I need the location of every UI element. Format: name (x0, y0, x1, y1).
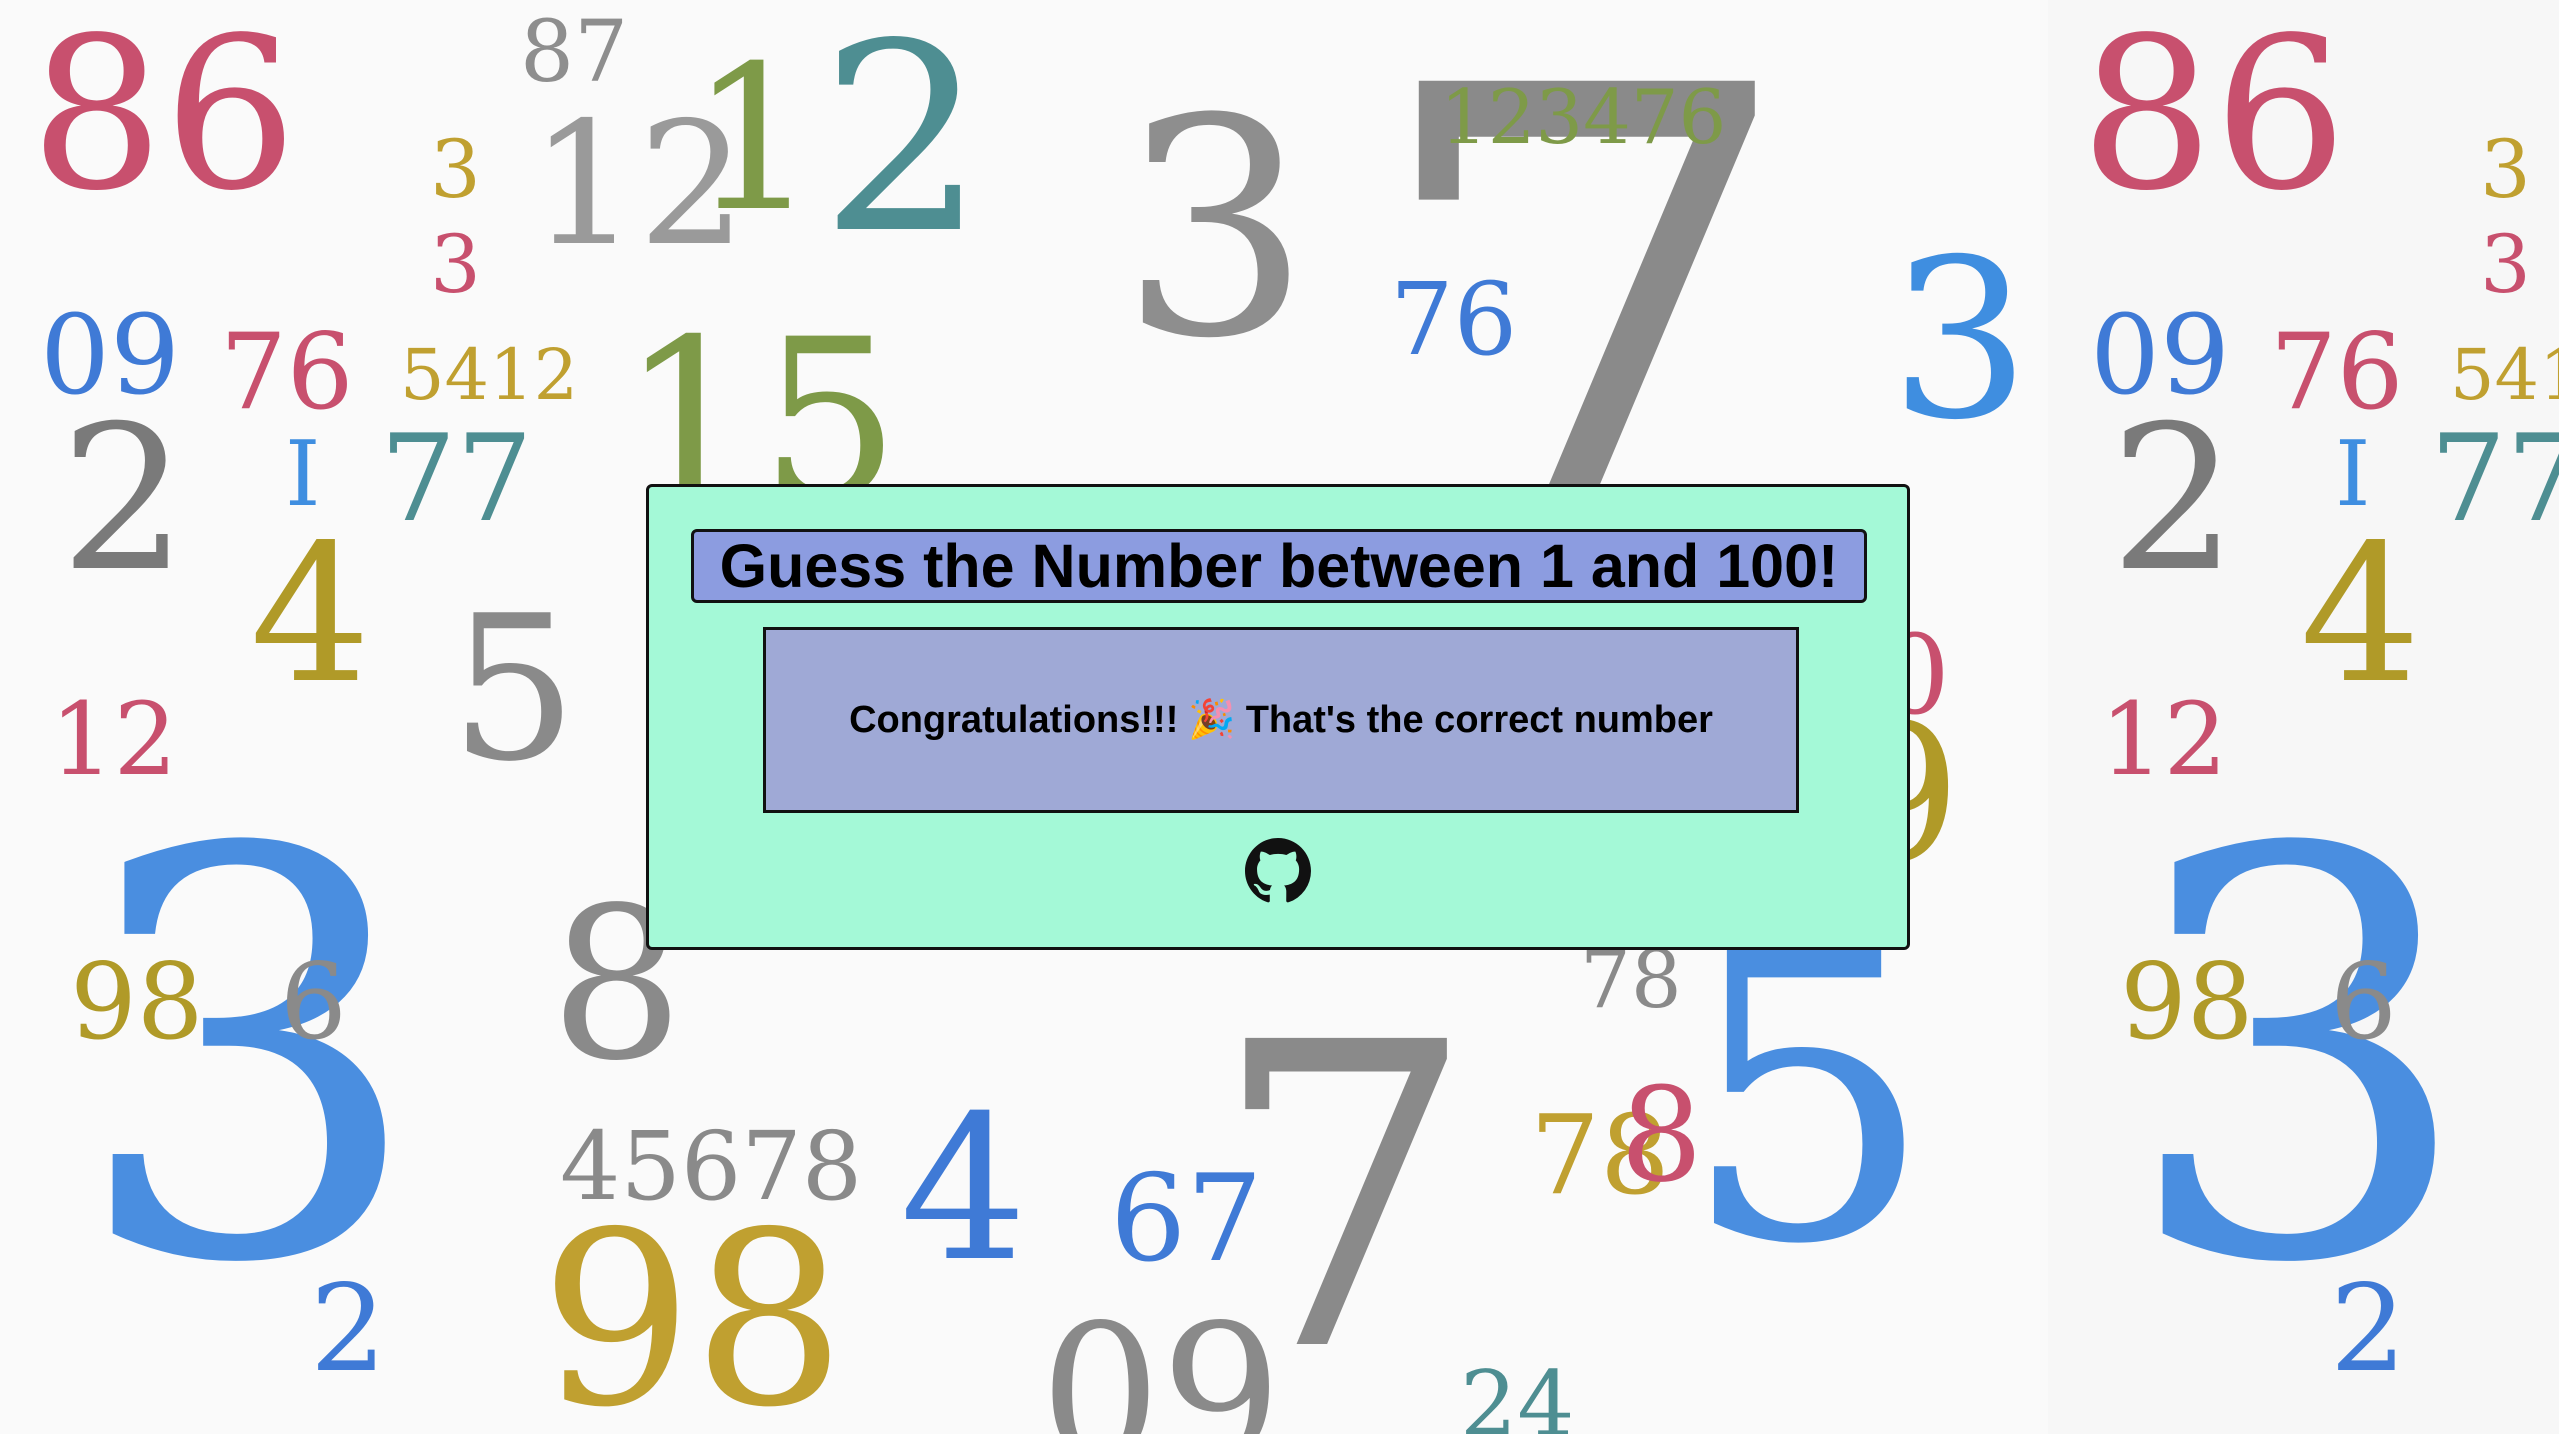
result-message: Congratulations!!! 🎉 That's the correct … (763, 627, 1799, 813)
background-number: 86 (2080, 0, 2348, 237)
background-number: 8 (1620, 1059, 1703, 1211)
background-number: 76 (2270, 311, 2404, 433)
background-number: 3 (1890, 212, 2030, 468)
background-number: 86 (30, 0, 298, 237)
background-number: 5 (1680, 867, 1935, 1332)
background-number: 77 (2430, 410, 2559, 549)
page-title: Guess the Number between 1 and 100! (691, 529, 1867, 603)
background-number: 4 (2300, 504, 2421, 725)
background-number: 541 (2450, 334, 2559, 416)
background-number: 87 (520, 3, 629, 102)
background-number: 76 (1390, 261, 1518, 378)
background-number: 09 (1040, 1284, 1282, 1434)
result-message-suffix: That's the correct number (1245, 698, 1713, 741)
background-number: 6 (280, 941, 347, 1063)
party-popper-icon: 🎉 (1188, 699, 1236, 741)
background-number: 3 (430, 218, 481, 311)
background-number: 5412 (400, 334, 579, 416)
background-number: 6 (2330, 941, 2397, 1063)
background-number: 98 (70, 941, 204, 1063)
background-number: 5 (450, 573, 578, 806)
background-number: 98 (540, 1180, 846, 1434)
background-number: 2 (820, 0, 986, 291)
background-number: 24 (1460, 1352, 1575, 1434)
game-card: Guess the Number between 1 and 100! Cong… (646, 484, 1910, 950)
background-number: 78 (1580, 933, 1682, 1026)
background-number: 2 (2110, 383, 2238, 616)
background-number: 3 (2480, 123, 2531, 216)
background-number: 2 (60, 383, 188, 616)
background-number: 2 (2330, 1260, 2407, 1399)
background-number: 3 (1120, 55, 1311, 404)
result-message-text: Congratulations!!! (849, 698, 1179, 741)
background-number: 77 (380, 410, 533, 549)
background-number: 1 (690, 23, 818, 256)
background-number: 4 (900, 1073, 1028, 1306)
background-number: 98 (2120, 941, 2254, 1063)
background-number: 3 (430, 123, 481, 216)
background-number: 76 (220, 311, 354, 433)
background-number: 4 (250, 504, 371, 725)
background-number: 123476 (1440, 73, 1727, 161)
background-number: 2 (310, 1260, 387, 1399)
background-number: 3 (2480, 218, 2531, 311)
github-icon[interactable] (1245, 838, 1311, 904)
